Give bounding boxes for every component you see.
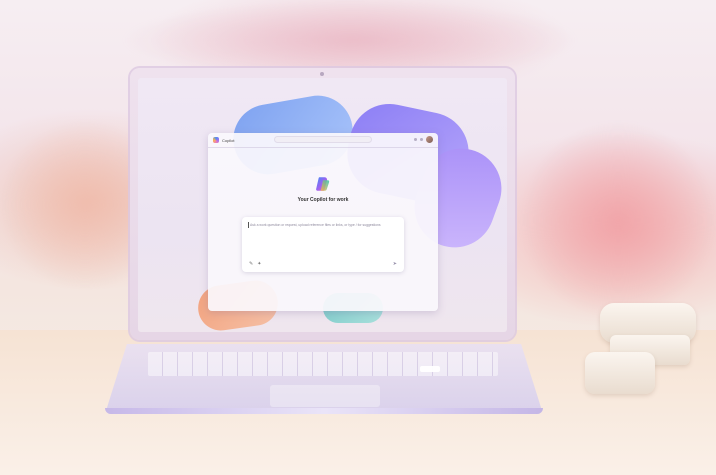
address-bar[interactable] — [274, 136, 372, 143]
background-blossom-right — [520, 120, 716, 320]
keyboard — [148, 352, 498, 376]
text-cursor — [248, 222, 249, 228]
keyboard-key-highlight — [420, 366, 440, 372]
decorative-stone — [585, 352, 655, 394]
send-icon[interactable]: ➤ — [393, 262, 397, 267]
copilot-app-icon — [213, 137, 219, 143]
laptop-screen: Copilot Your Copilot for work Ask a work… — [138, 78, 507, 332]
sparkle-icon[interactable]: ✦ — [257, 262, 261, 267]
settings-icon[interactable] — [420, 138, 423, 141]
trackpad — [270, 385, 380, 407]
copilot-logo-icon — [316, 177, 330, 191]
copilot-window: Copilot Your Copilot for work Ask a work… — [208, 133, 438, 311]
laptop-base-edge — [105, 408, 543, 414]
hero-scene: Copilot Your Copilot for work Ask a work… — [0, 0, 716, 475]
page-title: Your Copilot for work — [297, 197, 349, 203]
more-options-icon[interactable] — [414, 138, 417, 141]
paperclip-icon[interactable]: ✎ — [249, 262, 253, 267]
avatar[interactable] — [426, 136, 433, 143]
title-bar-controls — [414, 136, 433, 143]
webcam — [320, 72, 324, 76]
prompt-input[interactable]: Ask a work question or request, upload r… — [242, 217, 404, 272]
prompt-placeholder: Ask a work question or request, upload r… — [250, 223, 381, 227]
prompt-toolbar: ✎ ✦ — [249, 262, 261, 267]
title-bar: Copilot — [208, 133, 438, 148]
app-name: Copilot — [222, 137, 235, 143]
